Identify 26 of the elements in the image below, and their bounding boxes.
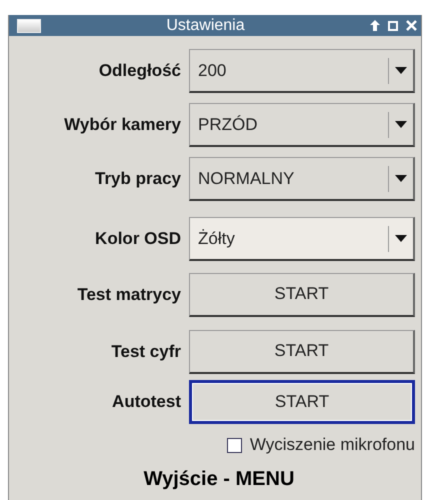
window-icon [17, 18, 41, 32]
dropdown-arrow-icon [395, 67, 407, 74]
dropdown-arrow-icon [395, 175, 407, 182]
start-button[interactable]: START [189, 272, 415, 316]
up-arrow-icon[interactable] [370, 20, 380, 31]
setting-label: Test cyfr [110, 342, 181, 362]
checkbox[interactable] [226, 438, 242, 452]
dropdown[interactable]: NORMALNY [189, 157, 415, 201]
dropdown-arrow-icon [395, 121, 407, 128]
start-button[interactable]: START [189, 380, 415, 424]
setting-label: Test matrycy [76, 284, 181, 304]
dropdown[interactable]: Żółty [189, 217, 415, 261]
start-button[interactable]: START [189, 330, 415, 374]
dropdown[interactable]: 200 [189, 49, 415, 93]
window-title: Ustawienia [165, 16, 246, 34]
dropdown[interactable]: PRZÓD [189, 103, 415, 147]
dropdown-arrow-icon [395, 235, 407, 242]
checkbox-label[interactable]: Wyciszenie mikrofonu [250, 435, 415, 455]
footer-text: Wyjście - MENU [142, 468, 294, 491]
setting-label: Kolor OSD [94, 229, 181, 249]
setting-label: Autotest [111, 392, 181, 412]
setting-label: Tryb pracy [94, 169, 181, 189]
setting-label: Wybór kamery [63, 115, 181, 135]
setting-label: Odległość [98, 61, 181, 81]
maximize-icon[interactable] [388, 20, 398, 30]
close-icon[interactable] [406, 20, 417, 31]
